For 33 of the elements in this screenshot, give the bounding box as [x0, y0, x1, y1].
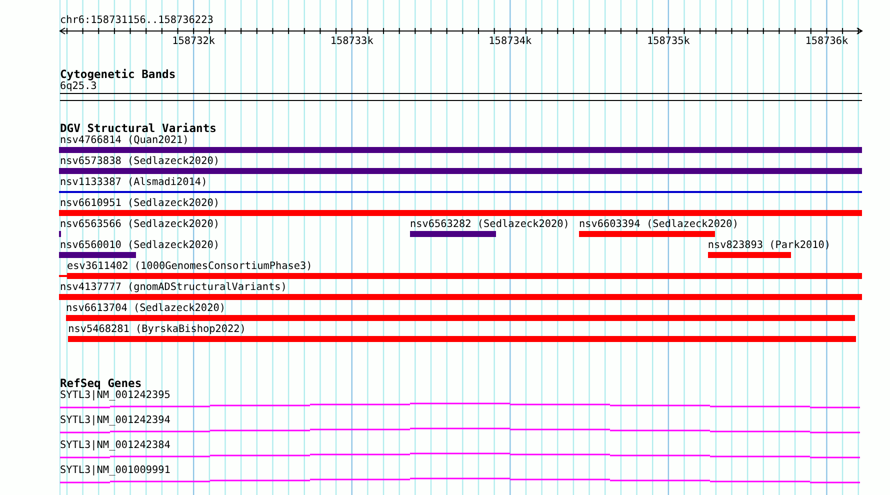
- transcript-label[interactable]: SYTL3|NM_001009991: [60, 465, 170, 477]
- track-title[interactable]: Cytogenetic Bands: [60, 69, 176, 81]
- variant-label[interactable]: nsv1133387 (Alsmadi2014): [60, 177, 208, 189]
- variant-label[interactable]: nsv6560010 (Sedlazeck2020): [60, 240, 220, 252]
- variant-label[interactable]: nsv4137777 (gnomADStructuralVariants): [60, 282, 287, 294]
- variant-label[interactable]: esv3611402 (1000GenomesConsortiumPhase3): [66, 261, 312, 273]
- gene-model-drawing[interactable]: [59, 478, 861, 484]
- variant-label[interactable]: nsv823893 (Park2010): [708, 240, 830, 252]
- variant-label[interactable]: nsv5468281 (ByrskaBishop2022): [68, 324, 246, 336]
- track-title[interactable]: DGV Structural Variants: [60, 123, 216, 135]
- gene-model-drawing[interactable]: [59, 402, 861, 408]
- transcript-label[interactable]: SYTL3|NM_001242394: [60, 415, 170, 427]
- variant-label[interactable]: nsv6573838 (Sedlazeck2020): [60, 156, 220, 168]
- tick-label: 158734k: [488, 36, 532, 48]
- variant-label[interactable]: nsv6603394 (Sedlazeck2020): [578, 219, 738, 231]
- tick-label: 158732k: [172, 36, 216, 48]
- gene-model-drawing[interactable]: [59, 452, 861, 458]
- transcript-label[interactable]: SYTL3|NM_001242395: [60, 390, 170, 402]
- variant-bar[interactable]: [59, 231, 62, 237]
- tick-label: 158735k: [646, 36, 690, 48]
- tick-label: 158733k: [330, 36, 374, 48]
- variant-label[interactable]: nsv6610951 (Sedlazeck2020): [60, 198, 220, 210]
- variant-label[interactable]: nsv4766814 (Quan2021): [60, 135, 189, 147]
- tick-label: 158736k: [805, 36, 848, 48]
- location-label: chr6:158731156..158736223: [60, 15, 214, 27]
- cytoband-bar[interactable]: [60, 93, 862, 101]
- transcript-label[interactable]: SYTL3|NM_001242384: [60, 440, 170, 452]
- track-title[interactable]: RefSeq Genes: [60, 378, 142, 390]
- variant-label[interactable]: nsv6563282 (Sedlazeck2020): [410, 219, 570, 231]
- gene-model-drawing[interactable]: [59, 428, 861, 434]
- variant-label[interactable]: nsv6563566 (Sedlazeck2020): [60, 219, 220, 231]
- band-label: 6q25.3: [60, 81, 97, 93]
- variant-label[interactable]: nsv6613704 (Sedlazeck2020): [66, 303, 226, 315]
